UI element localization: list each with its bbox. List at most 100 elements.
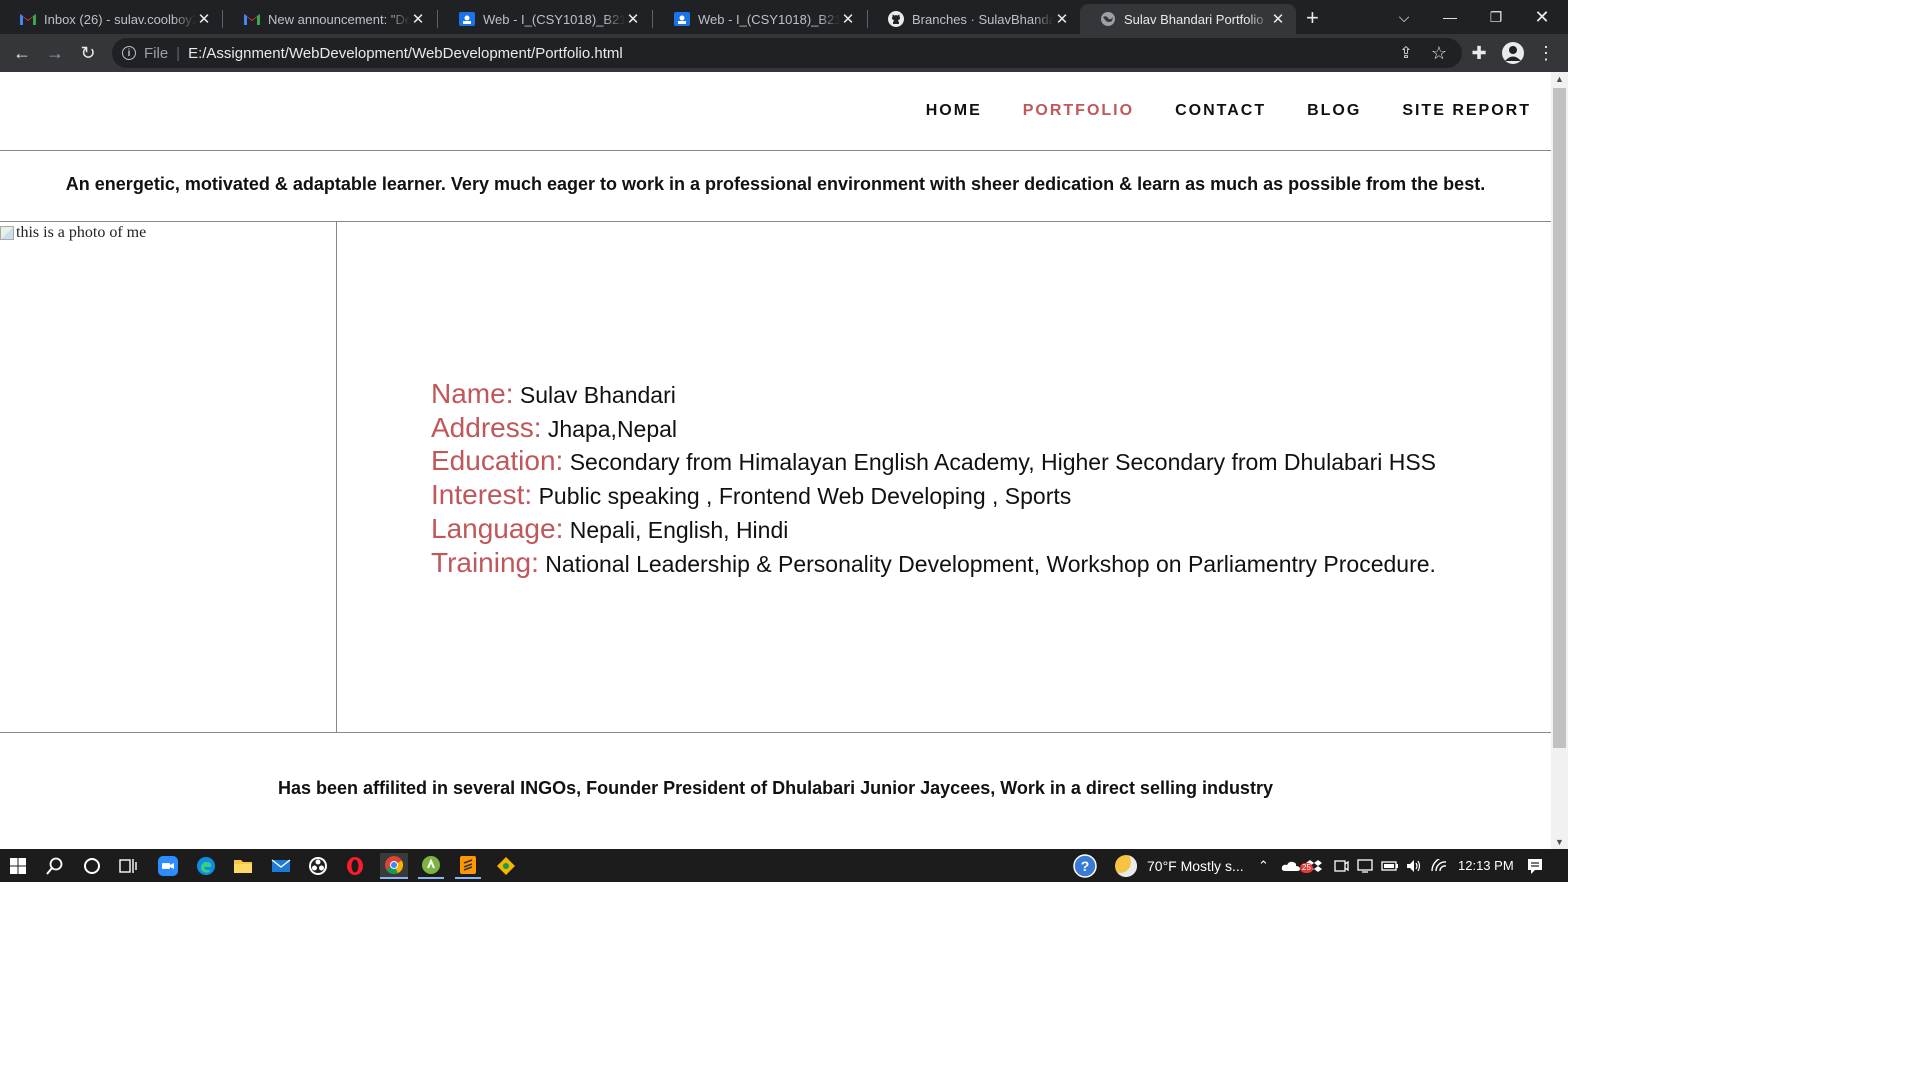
detail-row-education: Education: Secondary from Himalayan Engl…	[431, 445, 1436, 479]
detail-value: Sulav Bhandari	[519, 382, 676, 408]
tagline: An energetic, motivated & adaptable lear…	[65, 174, 1486, 194]
new-tab-plus-icon[interactable]: +	[1306, 5, 1319, 31]
restore-icon[interactable]: ❐	[1473, 0, 1519, 34]
divider	[0, 732, 1551, 733]
close-tab-icon[interactable]: ✕	[840, 10, 856, 28]
menu-kebab-icon[interactable]: ⋮	[1534, 41, 1558, 65]
profile-avatar-icon[interactable]	[1501, 41, 1525, 65]
browser-tab[interactable]: Branches · SulavBhandari01 ✕	[868, 4, 1080, 34]
site-nav: HOME PORTFOLIO CONTACT BLOG SITE REPORT	[885, 102, 1531, 120]
tab-title: Branches · SulavBhandari01	[912, 11, 1054, 27]
reload-icon[interactable]: ↻	[76, 41, 100, 65]
browser-tab-active[interactable]: Sulav Bhandari Portfolio ✕	[1080, 4, 1296, 34]
minimize-icon[interactable]: —	[1427, 0, 1473, 34]
scrollbar-thumb[interactable]	[1553, 88, 1566, 748]
github-icon	[888, 11, 904, 27]
weather-text: 70°F Mostly s...	[1147, 857, 1244, 874]
onedrive-cloud-icon[interactable]	[1281, 849, 1301, 882]
browser-tab[interactable]: Web - I_(CSY1018)_B21 Lev ✕	[654, 4, 866, 34]
tab-title: Web - I_(CSY1018)_B21 Lev	[483, 11, 625, 27]
nav-home[interactable]: HOME	[926, 102, 982, 120]
edge-browser-icon[interactable]	[193, 853, 219, 879]
opera-browser-icon[interactable]	[342, 853, 368, 879]
mail-icon[interactable]	[268, 853, 294, 879]
detail-label: Address:	[431, 411, 542, 443]
bookmark-star-icon[interactable]: ☆	[1427, 41, 1451, 65]
search-icon[interactable]	[42, 853, 68, 879]
show-hidden-icons-chevron-icon[interactable]: ⌃	[1258, 849, 1269, 882]
display-settings-icon[interactable]	[1357, 849, 1373, 882]
detail-row-address: Address: Jhapa,Nepal	[431, 412, 1436, 446]
help-badge-icon[interactable]: ?	[1072, 849, 1098, 882]
notification-badge: 25	[1300, 863, 1313, 873]
close-tab-icon[interactable]: ✕	[196, 10, 212, 28]
scroll-up-arrow-icon[interactable]: ▲	[1551, 74, 1568, 84]
chrome-browser-icon[interactable]	[380, 853, 408, 879]
tab-strip: Inbox (26) - sulav.coolboy2 ✕ New announ…	[0, 0, 1568, 34]
back-arrow-icon[interactable]: ←	[10, 41, 34, 65]
detail-value: Jhapa,Nepal	[547, 415, 678, 442]
address-bar[interactable]: i File | E:/Assignment/WebDevelopment/We…	[112, 38, 1462, 68]
windows-start-icon[interactable]	[5, 853, 31, 879]
divider	[0, 150, 1551, 151]
personal-details: Name: Sulav Bhandari Address: Jhapa,Nepa…	[431, 378, 1436, 580]
detail-value: National Leadership & Personality Develo…	[545, 550, 1436, 577]
detail-label: Language:	[431, 512, 564, 544]
notification-center-icon[interactable]	[1526, 849, 1544, 882]
browser-toolbar: ← → ↻ i File | E:/Assignment/WebDevelopm…	[0, 34, 1568, 72]
nav-blog[interactable]: BLOG	[1307, 102, 1361, 120]
browser-tab[interactable]: New announcement: "Dear ✕	[224, 4, 436, 34]
meet-now-icon[interactable]	[1333, 849, 1349, 882]
detail-value: Secondary from Himalayan English Academy…	[569, 449, 1437, 476]
close-tab-icon[interactable]: ✕	[410, 10, 426, 28]
battery-icon[interactable]	[1381, 849, 1399, 882]
detail-value: Nepali, English, Hindi	[569, 516, 789, 543]
close-tab-icon[interactable]: ✕	[1270, 10, 1286, 28]
photo-alt-text: this is a photo of me	[16, 224, 147, 241]
obs-studio-icon[interactable]	[305, 853, 331, 879]
detail-label: Interest:	[431, 479, 533, 511]
zoom-app-icon[interactable]	[155, 853, 181, 879]
file-explorer-icon[interactable]	[230, 853, 256, 879]
partly-sunny-icon	[1115, 854, 1137, 877]
gmail-icon	[244, 11, 260, 27]
profile-photo: this is a photo of me	[0, 224, 146, 242]
browser-tab[interactable]: Web - I_(CSY1018)_B21 Lev ✕	[439, 4, 651, 34]
tab-title: Sulav Bhandari Portfolio	[1124, 11, 1264, 27]
page-scrollbar[interactable]: ▲ ▼	[1551, 72, 1568, 849]
cortana-icon[interactable]	[79, 853, 105, 879]
wifi-icon[interactable]	[1431, 849, 1447, 882]
tab-title: New announcement: "Dear	[268, 11, 410, 27]
close-tab-icon[interactable]: ✕	[625, 10, 641, 28]
weather-widget[interactable]: 70°F Mostly s...	[1115, 849, 1244, 882]
share-icon[interactable]: ⇪	[1394, 41, 1418, 65]
url-text: E:/Assignment/WebDevelopment/WebDevelopm…	[188, 44, 623, 62]
nav-portfolio[interactable]: PORTFOLIO	[1023, 102, 1134, 120]
git-kraken-icon[interactable]	[493, 853, 519, 879]
browser-tab[interactable]: Inbox (26) - sulav.coolboy2 ✕	[0, 4, 222, 34]
classroom-icon	[674, 11, 690, 27]
sublime-text-icon[interactable]	[455, 853, 481, 879]
scroll-down-arrow-icon[interactable]: ▼	[1551, 837, 1568, 847]
nav-contact[interactable]: CONTACT	[1175, 102, 1266, 120]
footer-text: Has been affilited in several INGOs, Fou…	[278, 778, 1273, 798]
extensions-puzzle-icon[interactable]: ✚	[1467, 41, 1491, 65]
close-tab-icon[interactable]: ✕	[1054, 10, 1070, 28]
svg-text:?: ?	[1081, 858, 1090, 874]
task-view-icon[interactable]	[115, 853, 141, 879]
close-window-icon[interactable]: ✕	[1519, 0, 1565, 34]
volume-icon[interactable]	[1405, 849, 1423, 882]
site-info-icon[interactable]: i	[122, 46, 136, 60]
dropbox-icon[interactable]: 25	[1300, 849, 1322, 882]
portfolio-page: HOME PORTFOLIO CONTACT BLOG SITE REPORT …	[0, 72, 1551, 849]
profile-photo-panel: this is a photo of me	[0, 222, 337, 732]
tab-search-chevron-icon[interactable]: ⌵	[1381, 0, 1427, 34]
clock[interactable]: 12:13 PM	[1458, 849, 1514, 882]
tab-title: Web - I_(CSY1018)_B21 Lev	[698, 11, 840, 27]
detail-row-language: Language: Nepali, English, Hindi	[431, 513, 1436, 547]
classroom-icon	[459, 11, 475, 27]
sourcetree-app-icon[interactable]	[418, 853, 444, 879]
detail-row-name: Name: Sulav Bhandari	[431, 378, 1436, 412]
forward-arrow-icon[interactable]: →	[43, 41, 67, 65]
nav-site-report[interactable]: SITE REPORT	[1402, 102, 1531, 120]
